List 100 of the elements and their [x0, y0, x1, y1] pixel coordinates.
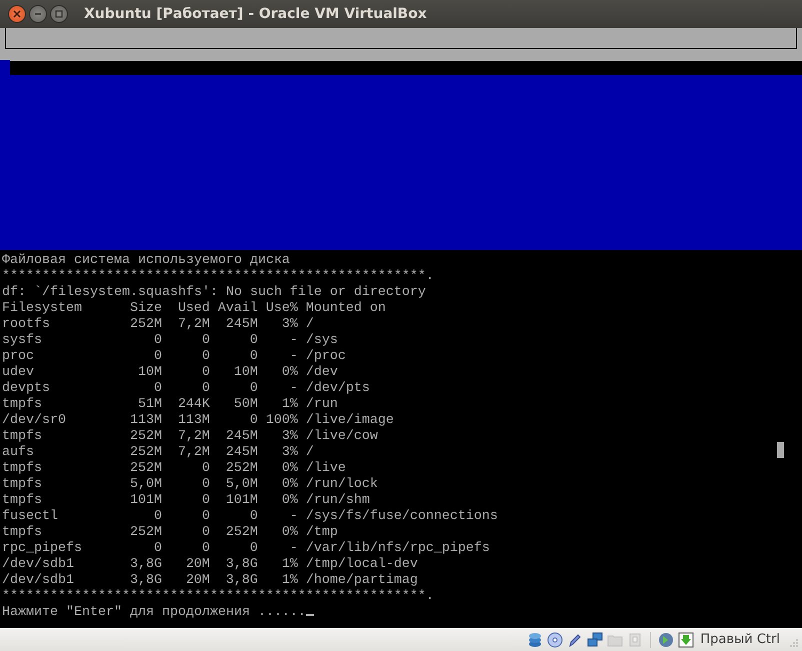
table-cell-text: sysfs: [2, 333, 43, 349]
table-cell-text: 252M: [224, 461, 258, 477]
table-cell-text: /live/cow: [304, 429, 379, 445]
table-cell-text: 5,0M: [224, 477, 258, 493]
table-cell: 252M: [130, 445, 162, 461]
host-key-label: Правый Ctrl: [700, 632, 780, 647]
close-button[interactable]: [8, 5, 26, 23]
table-cell-text: proc: [2, 349, 35, 365]
table-cell-text: 0: [200, 509, 210, 525]
cursor-block: [777, 442, 784, 458]
table-cell-text: fusectl: [2, 509, 59, 525]
continue-prompt: Нажмите "Enter" для продолжения ......: [2, 605, 306, 620]
table-cell-text: 51M: [136, 397, 162, 413]
table-cell-text: tmpfs: [2, 397, 43, 413]
table-cell-text: -: [288, 541, 298, 557]
table-cell-text: 0: [248, 381, 258, 397]
table-cell-text: 0%: [280, 477, 298, 493]
table-cell-text: 252M: [224, 525, 258, 541]
table-cell-text: -: [288, 509, 298, 525]
table-cell-text: rpc_pipefs: [2, 541, 83, 557]
table-cell-text: 3,8G: [224, 557, 258, 573]
column-header: Use%: [264, 301, 298, 317]
table-cell-text: /sys: [304, 333, 339, 349]
maximize-button[interactable]: [50, 5, 68, 23]
table-cell-text: 0%: [280, 525, 298, 541]
pen-icon[interactable]: [567, 632, 584, 648]
maximize-icon: [55, 10, 63, 18]
window-title: Xubuntu [Работает] - Oracle VM VirtualBox: [84, 6, 427, 22]
table-cell-text: 0: [200, 461, 210, 477]
table-cell-text: /dev/pts: [304, 381, 371, 397]
table-cell-text: 0: [200, 381, 210, 397]
column-header: Used: [176, 301, 210, 317]
table-cell-text: 1%: [280, 557, 298, 573]
table-cell-text: aufs: [2, 445, 35, 461]
table-cell-text: 244K: [176, 397, 210, 413]
table-cell-text: 245M: [224, 445, 258, 461]
disk-stack-icon[interactable]: [527, 632, 544, 648]
down-arrow-icon[interactable]: [678, 632, 694, 648]
table-cell-text: 1%: [280, 397, 298, 413]
separator: [650, 632, 652, 648]
table-cell-text: /dev/sdb1: [2, 573, 75, 589]
table-cell-text: 0: [200, 477, 210, 493]
table-cell-text: tmpfs: [2, 493, 43, 509]
table-cell-text: tmpfs: [2, 461, 43, 477]
table-cell-text: 20M: [184, 573, 210, 589]
table-cell-text: /proc: [304, 349, 347, 365]
table-cell-text: 0%: [280, 365, 298, 381]
table-cell-text: /dev/sr0: [2, 413, 67, 429]
table-cell-text: 7,2M: [176, 317, 210, 333]
resize-grip-icon[interactable]: [789, 638, 799, 648]
screen-margin: [0, 60, 10, 75]
table-cell-text: 0: [152, 333, 162, 349]
disc-icon[interactable]: [547, 632, 564, 648]
table-cell-text: 0: [248, 509, 258, 525]
table-cell: 252M: [130, 461, 162, 477]
table-cell-text: /run/lock: [304, 477, 379, 493]
table-cell-text: /dev/sdb1: [2, 557, 75, 573]
table-cell-text: /live/image: [304, 413, 395, 429]
table-cell-text: 3,8G: [224, 573, 258, 589]
table-cell-text: /var/lib/nfs/rpc_pipefs: [304, 541, 491, 557]
table-cell-text: 0: [248, 413, 258, 429]
table-cell-text: 3%: [280, 445, 298, 461]
table-cell-text: /tmp/local-dev: [304, 557, 419, 573]
table-cell-text: 100%: [264, 413, 298, 429]
table-cell-text: 0: [200, 525, 210, 541]
table-cell-text: 0: [152, 381, 162, 397]
column-header: Mounted on: [304, 301, 387, 317]
table-cell-text: 0%: [280, 461, 298, 477]
minimize-button[interactable]: [29, 5, 47, 23]
table-cell: 252M: [130, 317, 162, 333]
table-cell-text: 3%: [280, 317, 298, 333]
text-cursor: [306, 614, 314, 616]
table-cell-text: 7,2M: [176, 429, 210, 445]
table-cell-text: 0: [200, 365, 210, 381]
table-cell-text: 113M: [176, 413, 210, 429]
table-cell: 3,8G: [130, 573, 162, 589]
globe-icon[interactable]: [658, 632, 674, 648]
table-cell-text: 0: [152, 509, 162, 525]
close-icon: [13, 10, 21, 18]
asterisk-rule: *****************************************************.: [2, 269, 434, 284]
column-header: Avail: [216, 301, 258, 317]
table-cell: 252M: [130, 525, 162, 541]
table-cell-text: /live: [304, 461, 347, 477]
table-cell-text: /tmp: [304, 525, 339, 541]
table-cell-text: /: [304, 317, 315, 333]
console-heading: Файловая система используемого диска: [2, 253, 290, 268]
table-cell-text: devpts: [2, 381, 51, 397]
table-cell-text: 245M: [224, 429, 258, 445]
table-cell-text: /sys/fs/fuse/connections: [304, 509, 498, 525]
table-cell-text: 0%: [280, 493, 298, 509]
table-cell-text: /: [304, 445, 315, 461]
table-cell-text: 245M: [224, 317, 258, 333]
table-cell-text: /run/shm: [304, 493, 371, 509]
table-cell: 113M: [130, 413, 162, 429]
error-message: df: `/filesystem.squashfs': No such file or directory: [2, 285, 426, 300]
table-cell-text: 0: [152, 541, 162, 557]
monitors-icon[interactable]: [587, 632, 604, 648]
table-cell-text: 10M: [232, 365, 258, 381]
table-cell: 5,0M: [130, 477, 162, 493]
table-cell: 252M: [130, 429, 162, 445]
